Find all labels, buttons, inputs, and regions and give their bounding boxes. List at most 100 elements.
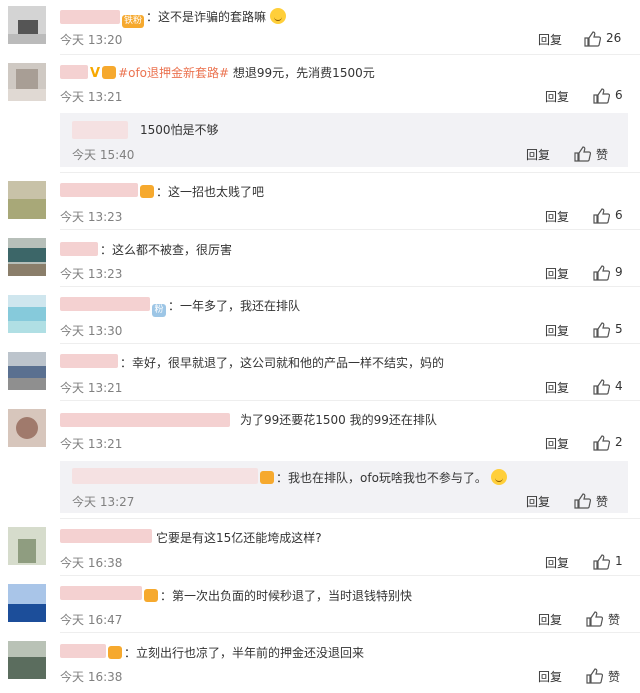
username[interactable] <box>60 529 152 543</box>
like-button[interactable]: 赞 <box>586 610 634 628</box>
thumbs-up-icon <box>593 379 610 395</box>
comment-time: 今天 16:47 <box>60 613 123 627</box>
username[interactable] <box>60 65 88 79</box>
avatar[interactable] <box>8 238 46 276</box>
comment-item: ：这么都不被查，很厉害 今天 13:23 回复 9 <box>0 230 640 287</box>
vip-badge: V <box>90 66 101 81</box>
comment-text: ：幸好，很早就退了，这公司就和他的产品一样不结实，妈的 <box>120 356 445 370</box>
username[interactable] <box>60 242 98 256</box>
like-button[interactable]: 9 <box>593 264 633 282</box>
comment-time: 今天 16:38 <box>60 556 123 570</box>
comment-text: ：第一次出负面的时候秒退了，当时退钱特别快 <box>144 588 412 604</box>
reply-button[interactable]: 回复 <box>545 88 569 105</box>
comment-text: ：这么都不被查，很厉害 <box>100 243 233 257</box>
avatar[interactable] <box>8 584 46 622</box>
reply-time: 今天 13:27 <box>72 495 135 509</box>
username[interactable] <box>60 354 118 368</box>
comment-time: 今天 13:30 <box>60 324 123 338</box>
fan-badge-icon <box>140 185 154 198</box>
username[interactable] <box>60 183 138 197</box>
comment-item: V #ofo退押金新套路# 想退99元，先消费1500元 今天 13:21 回复 … <box>0 55 640 173</box>
thumbs-up-icon <box>593 88 610 104</box>
thinking-emoji-icon <box>269 8 286 24</box>
avatar[interactable] <box>8 409 46 447</box>
comment-item: 它要是有这15亿还能垮成这样? 今天 16:38 回复 1 <box>0 519 640 576</box>
hashtag-link[interactable]: #ofo退押金新套路# <box>118 66 229 80</box>
comment-time: 今天 16:38 <box>60 670 123 684</box>
comment-item: ：第一次出负面的时候秒退了，当时退钱特别快 今天 16:47 回复 赞 <box>0 576 640 633</box>
fan-badge-icon <box>144 589 158 602</box>
like-button[interactable]: 4 <box>593 378 633 396</box>
comment-time: 今天 13:23 <box>60 267 123 281</box>
username[interactable] <box>60 413 230 427</box>
thumbs-up-icon <box>593 322 610 338</box>
sub-reply: 1500怕是不够 今天 15:40 回复 赞 <box>60 113 628 167</box>
like-button[interactable]: 赞 <box>574 492 622 510</box>
thumbs-up-icon <box>574 493 591 509</box>
grin-emoji-icon <box>490 469 507 485</box>
comment-item: ：幸好，很早就退了，这公司就和他的产品一样不结实，妈的 今天 13:21 回复 … <box>0 344 640 401</box>
like-button[interactable]: 6 <box>593 87 633 105</box>
username[interactable] <box>60 10 120 24</box>
comment-item: 铁粉 ：这不是诈骗的套路嘛 今天 13:20 回复 26 <box>0 0 640 55</box>
thumbs-up-icon <box>593 208 610 224</box>
comment-text: 粉：一年多了，我还在排队 <box>152 298 300 317</box>
comment-time: 今天 13:21 <box>60 90 123 104</box>
fan-badge-icon <box>102 66 117 79</box>
reply-text: ：我也在排队，ofo玩啥我也不参与了。 <box>260 469 507 486</box>
thumbs-up-icon <box>593 435 610 451</box>
avatar[interactable] <box>8 181 46 219</box>
avatar[interactable] <box>8 641 46 679</box>
reply-button[interactable]: 回复 <box>526 146 550 163</box>
username[interactable] <box>60 586 142 600</box>
comment-item: 粉：一年多了，我还在排队 今天 13:30 回复 5 <box>0 287 640 344</box>
username[interactable] <box>72 121 128 139</box>
like-button[interactable]: 赞 <box>586 667 634 685</box>
thumbs-up-icon <box>586 611 603 627</box>
sub-reply: ：我也在排队，ofo玩啥我也不参与了。 今天 13:27 回复 赞 <box>60 461 628 513</box>
like-button[interactable]: 6 <box>593 207 633 225</box>
avatar[interactable] <box>8 6 46 44</box>
username[interactable] <box>72 468 258 484</box>
thumbs-up-icon <box>593 265 610 281</box>
avatar[interactable] <box>8 352 46 390</box>
like-button[interactable]: 26 <box>584 30 634 48</box>
comment-text: 铁粉 ：这不是诈骗的套路嘛 <box>122 8 286 28</box>
username[interactable] <box>60 644 106 658</box>
username[interactable] <box>60 297 150 311</box>
reply-button[interactable]: 回复 <box>538 668 562 685</box>
reply-button[interactable]: 回复 <box>538 31 562 48</box>
comment-text: 它要是有这15亿还能垮成这样? <box>156 531 322 545</box>
reply-button[interactable]: 回复 <box>538 611 562 628</box>
like-button[interactable]: 2 <box>593 434 633 452</box>
like-button[interactable]: 1 <box>593 553 633 571</box>
comment-text: ：这一招也太贱了吧 <box>140 184 264 200</box>
reply-button[interactable]: 回复 <box>545 554 569 571</box>
like-button[interactable]: 5 <box>593 321 633 339</box>
avatar[interactable] <box>8 527 46 565</box>
like-button[interactable]: 赞 <box>574 145 622 163</box>
comment-item: ：立刻出行也凉了，半年前的押金还没退回来 今天 16:38 回复 赞 <box>0 633 640 693</box>
reply-button[interactable]: 回复 <box>526 493 550 510</box>
avatar[interactable] <box>8 295 46 333</box>
reply-button[interactable]: 回复 <box>545 322 569 339</box>
comment-time: 今天 13:23 <box>60 210 123 224</box>
thumbs-up-icon <box>574 146 591 162</box>
fan-badge-icon <box>108 646 122 659</box>
reply-button[interactable]: 回复 <box>545 435 569 452</box>
avatar[interactable] <box>8 63 46 101</box>
thumbs-up-icon <box>593 554 610 570</box>
reply-button[interactable]: 回复 <box>545 208 569 225</box>
comment-item: 为了99还要花1500 我的99还在排队 今天 13:21 回复 2 ：我也在排… <box>0 401 640 519</box>
fan-badge: 粉 <box>152 304 166 317</box>
comment-time: 今天 13:21 <box>60 437 123 451</box>
reply-button[interactable]: 回复 <box>545 379 569 396</box>
comment-time: 今天 13:20 <box>60 33 123 47</box>
thumbs-up-icon <box>584 31 601 47</box>
thumbs-up-icon <box>586 668 603 684</box>
reply-time: 今天 15:40 <box>72 148 135 162</box>
comment-text: V #ofo退押金新套路# 想退99元，先消费1500元 <box>90 66 375 81</box>
comment-text: ：立刻出行也凉了，半年前的押金还没退回来 <box>108 645 364 661</box>
comment-text: 为了99还要花1500 我的99还在排队 <box>240 413 437 427</box>
reply-button[interactable]: 回复 <box>545 265 569 282</box>
